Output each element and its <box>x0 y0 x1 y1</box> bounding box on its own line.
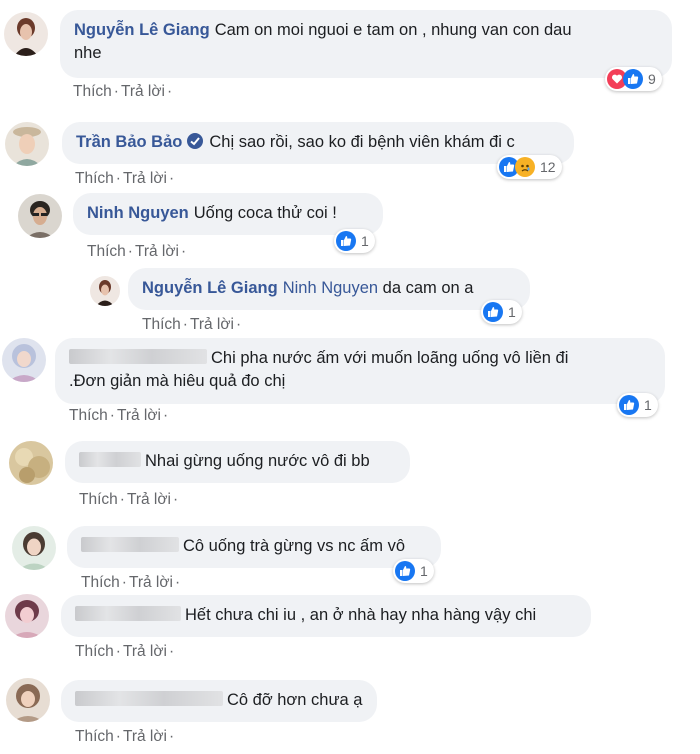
like-link[interactable]: Thích <box>73 83 112 100</box>
like-link[interactable]: Thích <box>75 170 114 187</box>
comment-actions: Thích · Trả lời · <box>75 643 175 660</box>
reaction-summary[interactable]: 1 <box>617 393 658 417</box>
comment-author[interactable]: Ninh Nguyen <box>87 204 189 222</box>
comment-actions: Thích · Trả lời · <box>79 491 179 508</box>
avatar[interactable] <box>5 594 49 638</box>
avatar[interactable] <box>18 194 62 238</box>
comment-bubble: Cô uống trà gừng vs nc ấm vô <box>67 526 441 568</box>
comment-text: nhe <box>74 44 102 62</box>
reply-link[interactable]: Trả lời <box>117 407 161 424</box>
comment-author[interactable]: Nguyễn Lê Giang <box>142 279 278 297</box>
reaction-summary[interactable]: 1 <box>481 300 522 324</box>
like-icon <box>619 395 639 415</box>
avatar[interactable] <box>12 526 56 570</box>
reaction-count: 1 <box>644 397 652 413</box>
reply-link[interactable]: Trả lời <box>190 316 234 333</box>
comment-text: Cô uống trà gừng vs nc ấm vô <box>183 537 405 555</box>
verified-icon <box>187 133 204 149</box>
like-link[interactable]: Thích <box>69 407 108 424</box>
comment-actions: Thích · Trả lời · <box>73 83 173 100</box>
like-icon <box>623 69 643 89</box>
like-link[interactable]: Thích <box>75 643 114 660</box>
blurred-author <box>75 691 223 706</box>
like-link[interactable]: Thích <box>87 243 126 260</box>
comment-bubble: Nhai gừng uống nước vô đi bb <box>65 441 410 483</box>
reply-link[interactable]: Trả lời <box>123 728 167 745</box>
reaction-summary[interactable]: 1 <box>334 229 375 253</box>
blurred-author <box>79 452 141 467</box>
comment-text: da cam on a <box>382 279 474 297</box>
like-link[interactable]: Thích <box>142 316 181 333</box>
comment-bubble: Cô đỡ hơn chưa ạ <box>61 680 377 722</box>
comment-text: .Đơn giản mà hiêu quả đo chị <box>69 372 286 390</box>
blurred-author <box>75 606 181 621</box>
comment-bubble: Ninh Nguyen Uống coca thử coi ! <box>73 193 383 235</box>
avatar[interactable] <box>2 338 46 382</box>
reaction-summary[interactable]: 12 <box>497 155 562 179</box>
reply-link[interactable]: Trả lời <box>129 574 173 591</box>
reaction-count: 1 <box>508 304 516 320</box>
comment-actions: Thích · Trả lời · <box>75 728 175 745</box>
avatar[interactable] <box>90 276 120 306</box>
comment-text: Hết chưa chi iu , an ở nhà hay nha hàng … <box>185 606 537 624</box>
comment-actions: Thích · Trả lời · <box>81 574 181 591</box>
comment-actions: Thích · Trả lời · <box>75 170 175 187</box>
comment-author[interactable]: Nguyễn Lê Giang <box>74 21 210 39</box>
reply-link[interactable]: Trả lời <box>123 643 167 660</box>
mention-link[interactable]: Ninh Nguyen <box>283 279 378 297</box>
comment-text: Cô đỡ hơn chưa ạ <box>227 691 363 709</box>
comment-text: Cam on moi nguoi e tam on , nhung van co… <box>214 21 572 39</box>
blurred-author <box>81 537 179 552</box>
comment-author[interactable]: Trần Bảo Bảo <box>76 133 182 151</box>
avatar[interactable] <box>6 678 50 722</box>
like-link[interactable]: Thích <box>81 574 120 591</box>
avatar[interactable] <box>4 12 48 56</box>
like-icon <box>336 231 356 251</box>
reaction-count: 12 <box>540 159 556 175</box>
avatar[interactable] <box>5 122 49 166</box>
reply-link[interactable]: Trả lời <box>135 243 179 260</box>
avatar[interactable] <box>9 441 53 485</box>
blurred-author <box>69 349 207 364</box>
like-icon <box>483 302 503 322</box>
comment-bubble: Chi pha nước ấm với muốn loãng uống vô l… <box>55 338 665 404</box>
like-link[interactable]: Thích <box>79 491 118 508</box>
comment-bubble: Nguyễn Lê Giang Ninh Nguyen da cam on a <box>128 268 530 310</box>
like-link[interactable]: Thích <box>75 728 114 745</box>
comment-text: Chị sao rồi, sao ko đi bệnh viên khám đi… <box>209 133 515 151</box>
like-icon <box>395 561 415 581</box>
comment-text: Nhai gừng uống nước vô đi bb <box>145 452 370 470</box>
comment-bubble: Trần Bảo Bảo Chị sao rồi, sao ko đi bệnh … <box>62 122 574 164</box>
comment-bubble: Nguyễn Lê Giang Cam on moi nguoi e tam on… <box>60 10 672 78</box>
comment-actions: Thích · Trả lời · <box>142 316 242 333</box>
comment-text: Uống coca thử coi ! <box>193 204 337 222</box>
reaction-count: 1 <box>420 563 428 579</box>
reaction-count: 9 <box>648 71 656 87</box>
reaction-summary[interactable]: 1 <box>393 559 434 583</box>
comment-actions: Thích · Trả lời · <box>87 243 187 260</box>
reply-link[interactable]: Trả lời <box>121 83 165 100</box>
reaction-count: 1 <box>361 233 369 249</box>
comment-text: Chi pha nước ấm với muốn loãng uống vô l… <box>211 349 569 367</box>
reply-link[interactable]: Trả lời <box>123 170 167 187</box>
comment-bubble: Hết chưa chi iu , an ở nhà hay nha hàng … <box>61 595 591 637</box>
reaction-summary[interactable]: 9 <box>605 67 662 91</box>
sad-icon <box>515 157 535 177</box>
comment-actions: Thích · Trả lời · <box>69 407 169 424</box>
reply-link[interactable]: Trả lời <box>127 491 171 508</box>
